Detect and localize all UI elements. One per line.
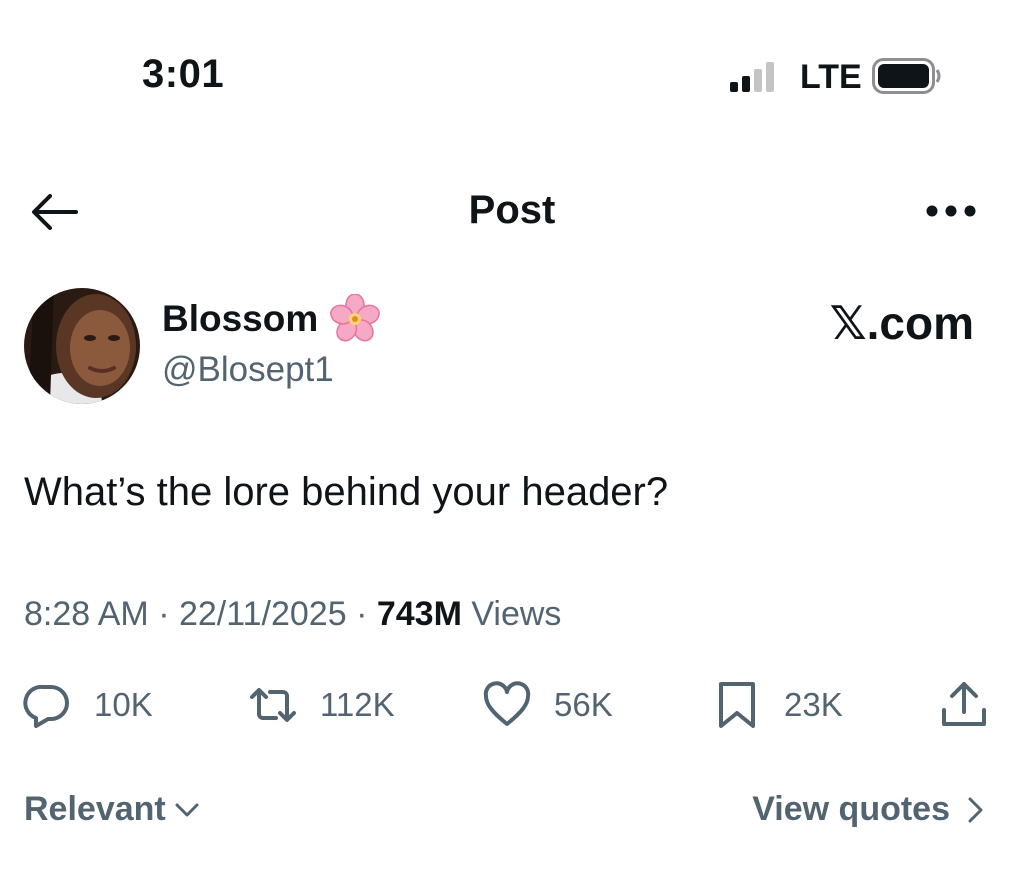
- battery-icon: [872, 58, 941, 94]
- repost-count: 112K: [320, 686, 395, 723]
- post-text: What’s the lore behind your header?: [24, 470, 669, 514]
- signal-icon: [730, 62, 774, 92]
- views-count[interactable]: 743M: [377, 595, 462, 633]
- like-icon: [483, 681, 531, 726]
- views-label: Views: [461, 595, 562, 633]
- reply-button[interactable]: 10K: [22, 680, 153, 730]
- user-handle[interactable]: @Blosept1: [162, 350, 334, 390]
- like-count: 56K: [554, 686, 613, 723]
- avatar[interactable]: [24, 288, 140, 404]
- post-time[interactable]: 8:28 AM: [24, 595, 149, 633]
- brand-watermark: 𝕏.com: [830, 296, 974, 350]
- meta-separator: ·: [148, 595, 179, 633]
- post-meta: 8:28 AM · 22/11/2025 · 743M Views: [24, 595, 561, 634]
- repost-button[interactable]: 112K: [248, 680, 395, 730]
- reply-count: 10K: [94, 686, 153, 723]
- display-name[interactable]: Blossom: [162, 298, 318, 340]
- like-button[interactable]: 56K: [482, 680, 613, 730]
- sort-label: Relevant: [24, 790, 166, 828]
- chevron-right-icon: [968, 797, 983, 822]
- repost-icon: [250, 688, 296, 722]
- bookmark-count: 23K: [784, 686, 843, 723]
- reply-icon: [23, 684, 69, 728]
- view-quotes-label: View quotes: [752, 790, 950, 828]
- brand-x-glyph: 𝕏: [829, 296, 867, 350]
- post-date[interactable]: 22/11/2025: [179, 595, 347, 633]
- more-icon[interactable]: [924, 196, 978, 226]
- status-time: 3:01: [142, 52, 225, 96]
- bookmark-button[interactable]: 23K: [712, 680, 843, 730]
- share-icon[interactable]: [938, 680, 990, 730]
- view-quotes-link[interactable]: View quotes: [752, 790, 988, 829]
- bookmark-icon: [719, 682, 755, 728]
- brand-domain: .com: [866, 297, 974, 349]
- meta-separator: ·: [346, 595, 377, 633]
- chevron-down-icon: [175, 803, 199, 816]
- back-arrow-icon[interactable]: [28, 190, 80, 234]
- page-title: Post: [468, 188, 556, 232]
- network-label: LTE: [800, 58, 862, 96]
- sort-dropdown[interactable]: Relevant: [24, 790, 200, 829]
- cherry-blossom-icon: [330, 294, 380, 342]
